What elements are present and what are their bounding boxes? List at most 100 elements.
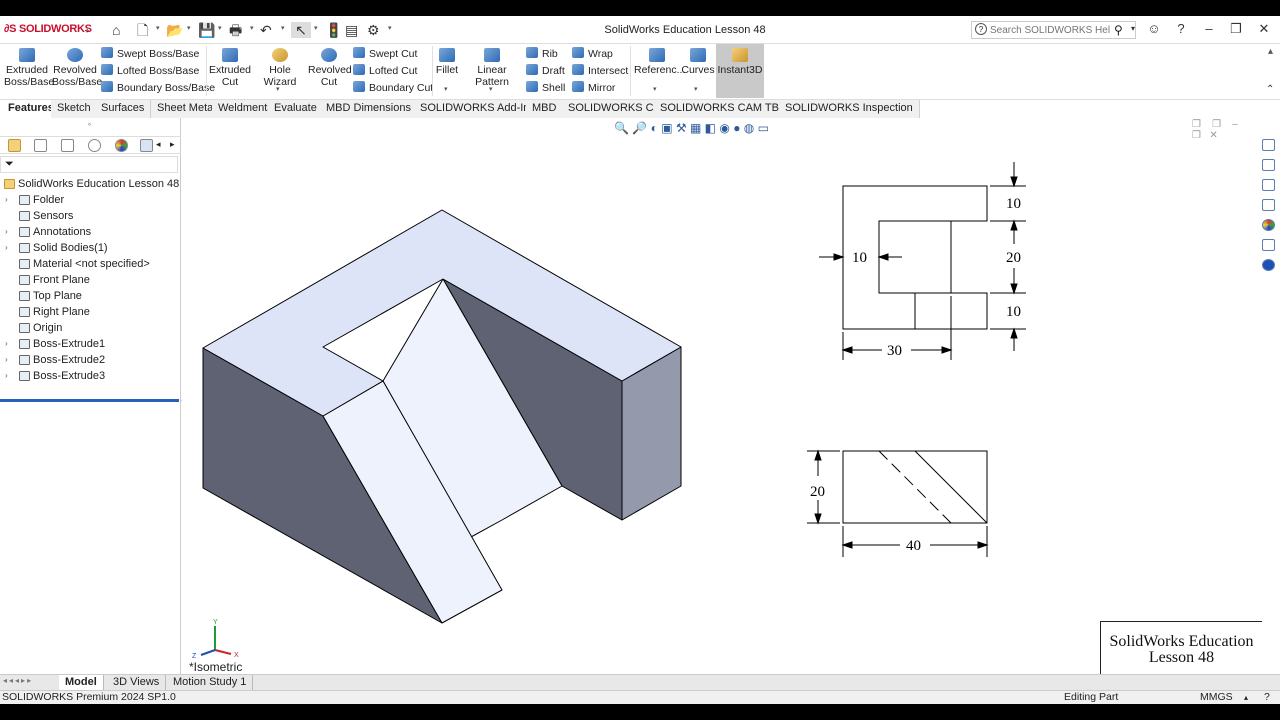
file-explorer-icon[interactable] <box>1262 179 1275 191</box>
expand-arrow-icon[interactable]: › <box>5 368 8 384</box>
scroll-up-icon[interactable]: ▴ <box>1268 46 1273 57</box>
restore-icon[interactable]: ❐ <box>1227 21 1245 37</box>
expand-arrow-icon[interactable]: › <box>5 192 8 208</box>
boundary-boss-button[interactable]: Boundary Boss/Base <box>101 81 215 94</box>
featuremanager-tree-tab-icon[interactable] <box>8 139 21 152</box>
open-dropdown-icon[interactable]: ▾ <box>187 24 191 32</box>
intersect-button[interactable]: Intersect <box>572 64 628 77</box>
configurationmanager-tab-icon[interactable] <box>61 139 74 152</box>
dimxpertmanager-tab-icon[interactable] <box>88 139 101 152</box>
options-gear-icon[interactable]: ⚙ <box>367 22 380 38</box>
model-tab-3d-views[interactable]: 3D Views <box>107 675 167 690</box>
expand-arrow-icon[interactable]: › <box>5 224 8 240</box>
undo-icon[interactable]: ↶ <box>260 22 272 38</box>
custom-properties-icon[interactable] <box>1262 239 1275 251</box>
model-tab-motion-study-1[interactable]: Motion Study 1 <box>167 675 254 690</box>
wrap-button[interactable]: Wrap <box>572 47 613 60</box>
curves-dropdown-icon[interactable]: ▾ <box>694 85 698 93</box>
fillet-dropdown-icon[interactable]: ▾ <box>444 85 448 93</box>
hole-wizard-button[interactable]: Hole Wizard <box>253 46 307 88</box>
lofted-cut-button[interactable]: Lofted Cut <box>353 64 417 77</box>
search-input[interactable] <box>990 24 1110 37</box>
linear-pattern-dropdown-icon[interactable]: ▾ <box>489 85 493 93</box>
select-dropdown-icon[interactable]: ▾ <box>314 24 318 32</box>
rib-button[interactable]: Rib <box>526 47 558 60</box>
cam-manager-tab-icon[interactable] <box>140 139 153 152</box>
home-icon[interactable]: ⌂ <box>112 22 120 38</box>
user-account-icon[interactable]: ☺ <box>1145 21 1163 36</box>
status-units[interactable]: MMGS <box>1200 691 1233 704</box>
tab-evaluate[interactable]: Evaluate <box>268 100 324 118</box>
status-help-icon[interactable]: ? <box>1264 691 1270 704</box>
tab-solidworks-add-ins[interactable]: SOLIDWORKS Add-Ins <box>414 100 542 118</box>
reference-geometry-button[interactable]: Referenc... <box>634 46 685 76</box>
solidworks-logo[interactable]: ∂S SOLIDWORKS <box>4 23 92 35</box>
solidworks-resources-icon[interactable] <box>1262 139 1275 151</box>
model-canvas[interactable]: Y X Z 10 20 10 10 30 20 40 <box>182 118 1257 688</box>
extruded-boss-button[interactable]: Extruded Boss/Base <box>4 46 54 88</box>
search-dropdown-icon[interactable]: ▾ <box>1124 24 1142 33</box>
file-properties-icon[interactable]: ▤ <box>345 22 358 38</box>
tab-sketch[interactable]: Sketch <box>51 100 98 118</box>
appearances-icon[interactable] <box>1262 219 1275 231</box>
tab-scroll-left-icon[interactable]: ◂ <box>156 139 161 150</box>
menu-expand-icon[interactable]: › <box>86 22 89 38</box>
help-search[interactable]: ? ⚲ <box>971 21 1136 39</box>
expand-arrow-icon[interactable]: › <box>5 240 8 256</box>
swept-cut-button[interactable]: Swept Cut <box>353 47 417 60</box>
tab-mbd[interactable]: MBD <box>526 100 564 118</box>
reference-dropdown-icon[interactable]: ▾ <box>653 85 657 93</box>
rollback-bar[interactable] <box>0 399 179 402</box>
undo-dropdown-icon[interactable]: ▾ <box>281 24 285 32</box>
select-icon[interactable]: ↖ <box>291 22 311 38</box>
help-circle-icon[interactable]: ? <box>1172 21 1190 36</box>
rebuild-icon[interactable]: 🚦 <box>325 22 342 38</box>
mirror-button[interactable]: Mirror <box>572 81 615 94</box>
save-icon[interactable]: 💾 <box>198 22 215 38</box>
save-dropdown-icon[interactable]: ▾ <box>218 24 222 32</box>
top-view-drawing: 10 20 10 10 30 <box>819 162 1026 360</box>
new-dropdown-icon[interactable]: ▾ <box>156 24 160 32</box>
collapse-ribbon-icon[interactable]: ⌃ <box>1266 84 1274 95</box>
minimize-icon[interactable]: – <box>1200 21 1218 36</box>
propertymanager-tab-icon[interactable] <box>34 139 47 152</box>
linear-pattern-button[interactable]: Linear Pattern <box>462 46 522 88</box>
shell-button[interactable]: Shell <box>526 81 565 94</box>
units-dropdown-icon[interactable]: ▴ <box>1244 691 1248 704</box>
part-model[interactable] <box>202 209 682 624</box>
panel-handle-icon[interactable]: ∘ <box>87 120 92 129</box>
tab-scroll-right-icon[interactable]: ▸ <box>170 139 175 150</box>
revolved-boss-button[interactable]: Revolved Boss/Base <box>52 46 102 88</box>
expand-arrow-icon[interactable]: › <box>5 336 8 352</box>
extruded-cut-button[interactable]: Extruded Cut <box>209 46 251 88</box>
displaymanager-tab-icon[interactable] <box>115 139 128 152</box>
print-icon[interactable]: 🖶 <box>229 22 242 38</box>
tab-surfaces[interactable]: Surfaces <box>95 100 152 118</box>
solidworks-forum-icon[interactable] <box>1262 259 1275 271</box>
open-icon[interactable]: 📂 <box>166 22 183 38</box>
tab-solidworks-inspection[interactable]: SOLIDWORKS Inspection <box>779 100 920 118</box>
swept-boss-button[interactable]: Swept Boss/Base <box>101 47 199 60</box>
tab-navigation-icon[interactable]: ◂◂◂▸▸ <box>3 676 33 685</box>
design-library-icon[interactable] <box>1262 159 1275 171</box>
instant3d-button[interactable]: Instant3D <box>716 44 764 98</box>
print-dropdown-icon[interactable]: ▾ <box>250 24 254 32</box>
model-tab-model[interactable]: Model <box>59 675 104 690</box>
search-icon[interactable]: ⚲ <box>1114 23 1123 37</box>
new-document-icon[interactable]: 🗋 <box>137 22 148 38</box>
expand-arrow-icon[interactable]: › <box>5 352 8 368</box>
tree-filter[interactable]: ⏷ <box>0 156 178 173</box>
boundary-cut-button[interactable]: Boundary Cut <box>353 81 433 94</box>
graphics-area[interactable]: 🔍 🔎 ◐ ▣ ⚒ ▦ ◧ ◉ ● ◍ ▭ ❐ ❐ – ❐ ✕ Y X Z 10… <box>182 118 1262 688</box>
tab-solidworks-cam-tbm[interactable]: SOLIDWORKS CAM TBM <box>654 100 796 118</box>
tab-mbd-dimensions[interactable]: MBD Dimensions <box>320 100 418 118</box>
curves-button[interactable]: Curves <box>681 46 715 76</box>
options-dropdown-icon[interactable]: ▾ <box>388 24 392 32</box>
draft-button[interactable]: Draft <box>526 64 565 77</box>
hole-wizard-dropdown-icon[interactable]: ▾ <box>276 85 280 93</box>
revolved-cut-button[interactable]: Revolved Cut <box>308 46 352 88</box>
lofted-boss-button[interactable]: Lofted Boss/Base <box>101 64 199 77</box>
fillet-button[interactable]: Fillet <box>435 46 459 76</box>
view-palette-icon[interactable] <box>1262 199 1275 211</box>
close-icon[interactable]: ✕ <box>1255 21 1273 37</box>
